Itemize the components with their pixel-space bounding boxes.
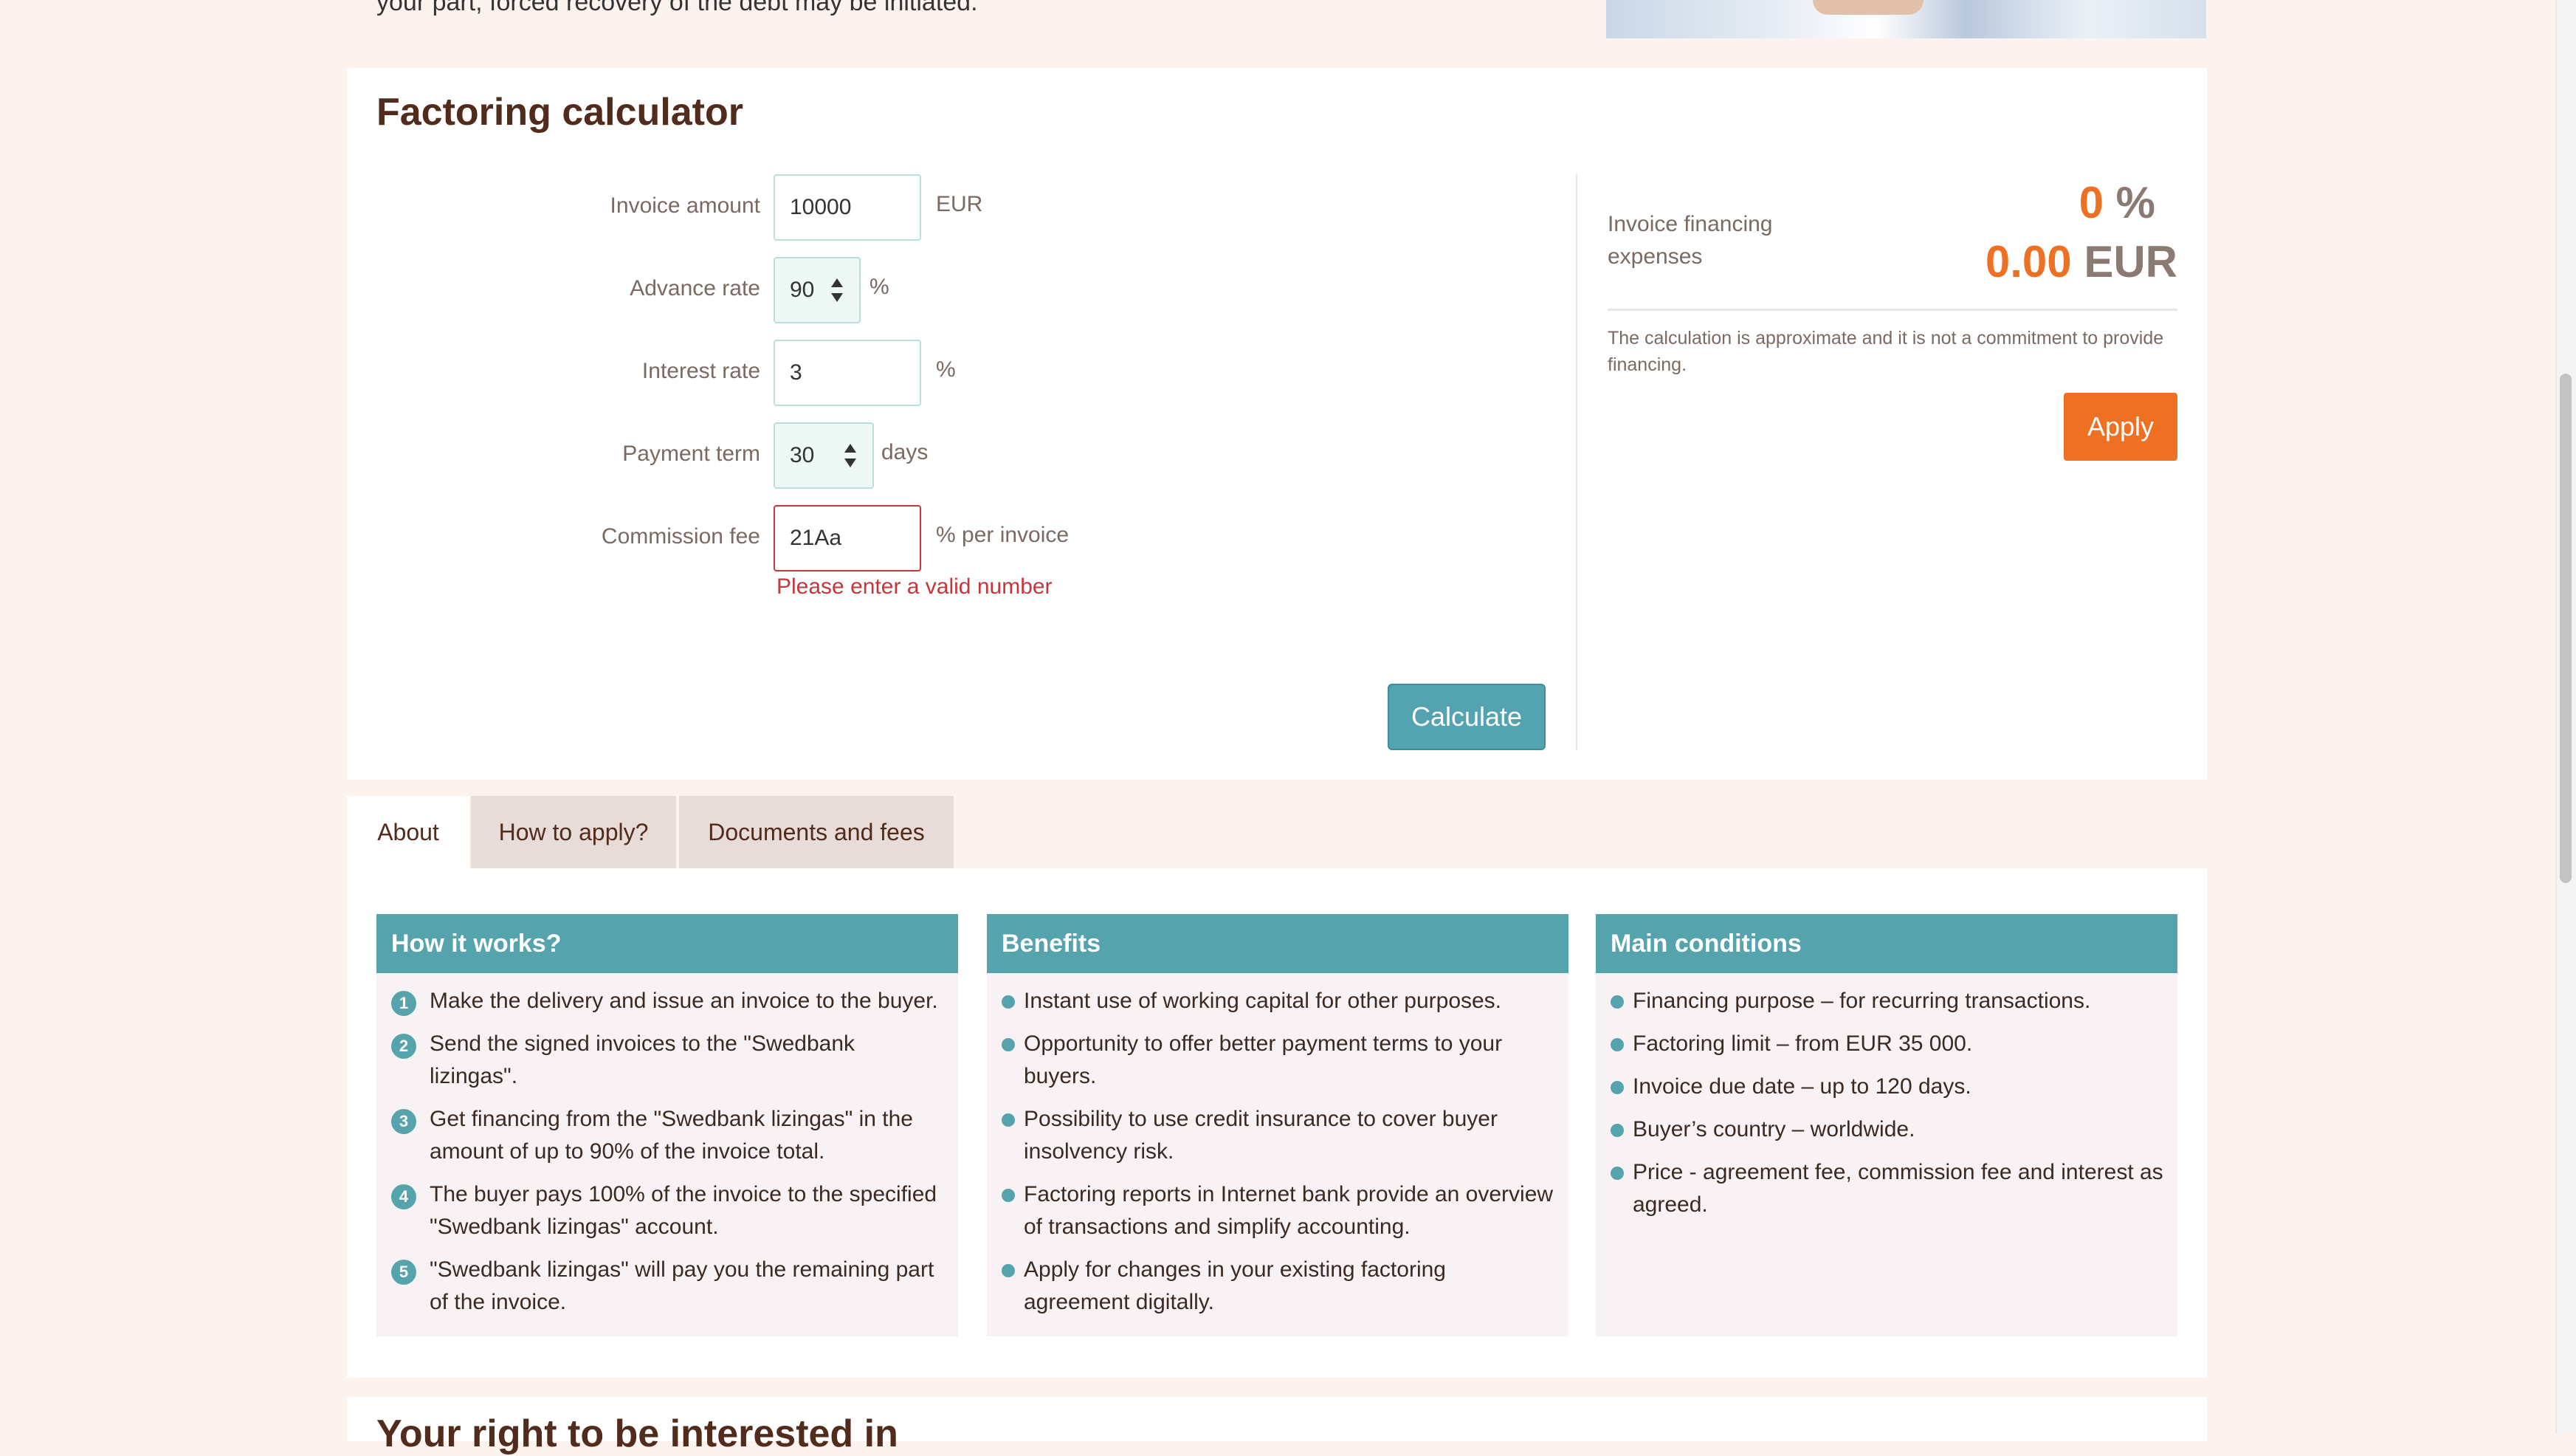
list-item: 3 Get financing from the "Swedbank lizing… [391,1103,945,1168]
how-it-works-title: How it works? [376,914,958,973]
bullet-icon [1002,995,1015,1009]
disclaimer-text: The calculation is approximate and it is… [1608,328,2164,375]
invoice-amount-unit: EUR [936,192,983,216]
list-item: 1 Make the delivery and issue an invoice … [391,985,945,1017]
list-item: Price - agreement fee, commission fee an… [1611,1156,2164,1221]
tab-how-to-apply[interactable]: How to apply? [471,796,676,868]
result-amount-unit: EUR [2084,237,2177,286]
bullet-icon [1611,995,1624,1009]
benefits-panel: Benefits Instant use of working capital … [987,914,1568,1336]
list-item: Opportunity to offer better payment term… [1002,1028,1555,1093]
list-item: Instant use of working capital for other… [1002,985,1555,1017]
result-divider [1608,309,2177,311]
interest-rate-input[interactable]: 3 [774,340,921,406]
number-1-icon: 1 [391,991,416,1016]
interest-rate-unit: % [936,357,956,382]
advance-rate-select[interactable]: 90 [774,257,861,323]
advance-rate-unit: % [869,275,889,299]
list-item: Financing purpose – for recurring transa… [1611,985,2164,1017]
list-item: 2 Send the signed invoices to the "Swedba… [391,1028,945,1093]
number-3-icon: 3 [391,1109,416,1134]
calculate-button[interactable]: Calculate [1388,684,1546,750]
apply-button[interactable]: Apply [2064,393,2177,461]
number-4-icon: 4 [391,1184,416,1209]
bullet-icon [1611,1081,1624,1094]
interest-rate-label: Interest rate [641,359,760,383]
result-label: Invoice financing expenses [1608,212,1773,269]
list-item: Possibility to use credit insurance to c… [1002,1103,1555,1168]
list-item: Factoring limit – from EUR 35 000. [1611,1028,2164,1060]
number-2-icon: 2 [391,1034,416,1059]
result-percent-unit: % [2115,178,2155,227]
tab-about[interactable]: About [347,796,469,868]
payment-term-label: Payment term [622,442,760,466]
result-amount: 0.00 EUR [1845,236,2177,287]
commission-fee-input[interactable]: 21Aa [774,505,921,571]
select-arrows-icon [844,444,856,467]
select-arrows-icon [831,278,843,302]
bullet-icon [1611,1124,1624,1137]
list-item: 4 The buyer pays 100% of the invoice to t… [391,1178,945,1243]
bullet-icon [1002,1113,1015,1127]
intro-photo [1606,0,2206,38]
advance-rate-value: 90 [790,278,815,302]
list-item: Buyer’s country – worldwide. [1611,1113,2164,1146]
result-amount-value: 0.00 [1985,237,2072,286]
calculator-title: Factoring calculator [376,91,743,134]
invoice-amount-label: Invoice amount [610,193,760,218]
main-conditions-title: Main conditions [1596,914,2177,973]
list-item: Factoring reports in Internet bank provi… [1002,1178,1555,1243]
tab-documents-and-fees[interactable]: Documents and fees [679,796,954,868]
bullet-icon [1002,1264,1015,1277]
calculator-divider [1576,174,1577,750]
commission-fee-unit: % per invoice [936,523,1070,547]
result-percent-value: 0 [2079,178,2104,227]
number-5-icon: 5 [391,1260,416,1285]
payment-term-select[interactable]: 30 [774,422,874,489]
bullet-icon [1611,1038,1624,1051]
list-item: Apply for changes in your existing facto… [1002,1254,1555,1319]
rights-title: Your right to be interested in [376,1412,898,1455]
main-conditions-panel: Main conditions Financing purpose – for … [1596,914,2177,1336]
commission-fee-label: Commission fee [601,524,760,549]
payment-term-value: 30 [790,443,815,467]
commission-fee-error: Please enter a valid number [776,574,1053,599]
how-it-works-panel: How it works? 1 Make the delivery and iss… [376,914,958,1336]
list-item: 5 "Swedbank lizingas" will pay you the re… [391,1254,945,1319]
scrollbar-thumb[interactable] [2560,374,2572,883]
bullet-icon [1002,1189,1015,1202]
bullet-icon [1611,1167,1624,1180]
payment-term-unit: days [881,440,929,464]
advance-rate-label: Advance rate [630,276,760,301]
list-item: Invoice due date – up to 120 days. [1611,1071,2164,1103]
benefits-title: Benefits [987,914,1568,973]
calculator-card [347,68,2207,780]
bullet-icon [1002,1038,1015,1051]
invoice-amount-input[interactable]: 10000 [774,174,921,241]
result-percent: 0 % [1919,177,2155,228]
intro-text: your part, forced recovery of the debt m… [376,0,978,16]
